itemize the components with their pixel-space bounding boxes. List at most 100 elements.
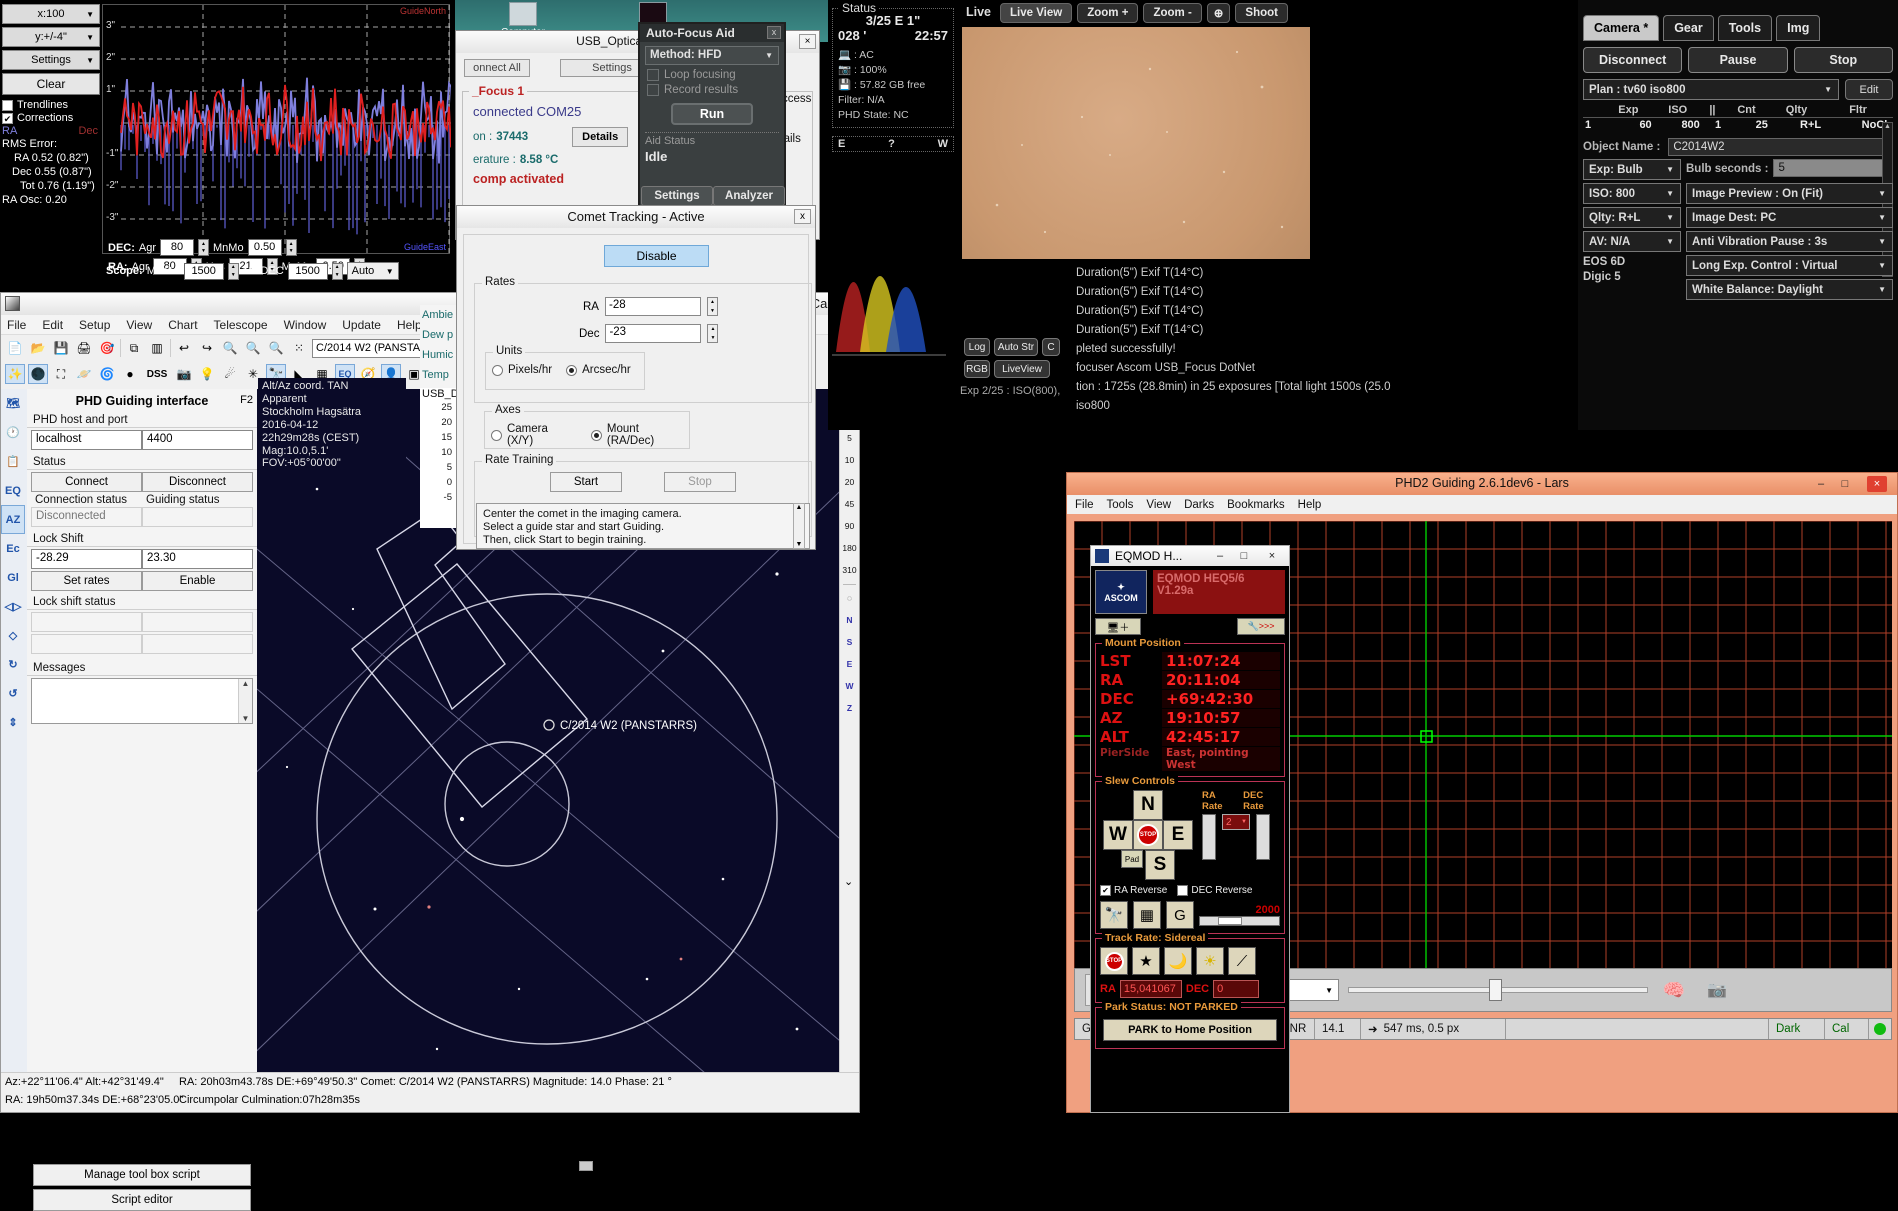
rgb-button[interactable]: RGB — [964, 360, 990, 378]
disable-button[interactable]: Disable — [604, 245, 709, 267]
camera-settings-icon[interactable]: 📷 — [1700, 974, 1734, 1006]
time-tool-icon[interactable]: 🕐 — [1, 418, 25, 447]
copy-icon[interactable]: ⧉ — [124, 338, 144, 358]
eq-coord-icon[interactable]: EQ — [1, 476, 25, 505]
script-editor-button[interactable]: Script editor — [33, 1189, 251, 1211]
scrollbar-thumb[interactable] — [1218, 917, 1242, 925]
details-button[interactable]: Details — [572, 127, 629, 147]
track-custom-button[interactable]: ⟋ — [1228, 947, 1256, 975]
units-arcsec-radio[interactable]: Arcsec/hr — [566, 364, 631, 376]
av-dropdown[interactable]: AV: N/A ▼ — [1583, 231, 1681, 252]
close-icon[interactable]: x — [767, 26, 781, 39]
start-button[interactable]: Start — [550, 472, 622, 492]
slew-north-button[interactable]: N — [1133, 790, 1163, 820]
park-home-button[interactable]: PARK to Home Position — [1103, 1019, 1277, 1041]
list-tool-icon[interactable]: 📋 — [1, 447, 25, 476]
settings-expand-icon[interactable]: 🔧>>> — [1237, 618, 1285, 635]
image-dest-dropdown[interactable]: Image Dest: PC ▼ — [1686, 207, 1893, 228]
disconnect-button[interactable]: Disconnect — [142, 472, 253, 492]
rotate-left-icon[interactable]: ↺ — [1, 679, 25, 708]
menu-chart[interactable]: Chart — [168, 318, 197, 332]
axes-mount-radio[interactable]: Mount (RA/Dec) — [590, 423, 689, 447]
zoom-tick-90[interactable]: 90 — [840, 515, 859, 537]
close-icon[interactable]: × — [1867, 476, 1887, 492]
dec-mnmo-spinner[interactable]: ▲ ▼ — [285, 239, 297, 256]
zoom-in-button[interactable]: Zoom + — [1077, 3, 1139, 23]
dec-rate-slider[interactable] — [1256, 814, 1270, 860]
liveview-button[interactable]: LiveView — [994, 360, 1050, 378]
iso-dropdown[interactable]: ISO: 800 ▼ — [1583, 183, 1681, 204]
clear-button[interactable]: Clear — [2, 73, 100, 95]
dir-south-button[interactable]: S — [840, 631, 859, 653]
plan-edit-button[interactable]: Edit — [1845, 79, 1893, 100]
auto-dropdown[interactable]: Auto ▼ — [346, 262, 399, 280]
camera-disconnect-button[interactable]: Disconnect — [1583, 47, 1683, 73]
zoom-tick-180[interactable]: 180 — [840, 537, 859, 559]
minimize-icon[interactable]: – — [1811, 476, 1831, 492]
zoom-tick-5[interactable]: 5 — [840, 427, 859, 449]
graph-settings-dropdown[interactable]: Settings ▼ — [2, 50, 100, 70]
plan-table[interactable]: Exp ISO || Cnt Qlty Fltr 1 60 800 1 25 R… — [1583, 103, 1893, 132]
x-scale-dropdown[interactable]: x:100 ▼ — [2, 4, 100, 24]
slew-east-button[interactable]: E — [1163, 820, 1193, 850]
anti-vibration-dropdown[interactable]: Anti Vibration Pause : 3s ▼ — [1686, 231, 1893, 252]
constellation-icon[interactable]: ⛶ — [51, 364, 71, 384]
dec-reverse-checkbox[interactable]: DEC Reverse — [1177, 885, 1253, 896]
enable-button[interactable]: Enable — [142, 571, 253, 591]
phd2-menu-file[interactable]: File — [1075, 499, 1094, 511]
set-rates-button[interactable]: Set rates — [31, 571, 142, 591]
phd2-menu-bookmarks[interactable]: Bookmarks — [1227, 499, 1285, 511]
menu-edit[interactable]: Edit — [42, 318, 63, 332]
shoot-button[interactable]: Shoot — [1235, 3, 1288, 23]
camera-stop-button[interactable]: Stop — [1793, 47, 1893, 73]
dss-button[interactable]: DSS — [143, 364, 171, 384]
y-scale-dropdown[interactable]: y:+/-4" ▼ — [2, 27, 100, 47]
dir-east-button[interactable]: E — [840, 653, 859, 675]
track-stop-button[interactable]: STOP — [1100, 947, 1128, 975]
moon-phase-icon[interactable]: ◌ — [840, 587, 859, 609]
open-folder-icon[interactable]: 📂 — [28, 338, 48, 358]
dot-icon[interactable]: ● — [120, 364, 140, 384]
split-view-icon[interactable]: ▥ — [147, 338, 167, 358]
phd2-menu-darks[interactable]: Darks — [1184, 499, 1214, 511]
tab-gear[interactable]: Gear — [1663, 15, 1714, 41]
phd2-menu-help[interactable]: Help — [1298, 499, 1322, 511]
plan-dropdown[interactable]: Plan : tv60 iso800 ▼ — [1583, 79, 1839, 100]
pad-button[interactable]: Pad — [1121, 850, 1143, 868]
trendlines-checkbox[interactable]: Trendlines — [2, 99, 100, 111]
ra-reverse-checkbox[interactable]: ✔ RA Reverse — [1100, 885, 1167, 896]
stars-icon[interactable]: ✨ — [5, 364, 25, 384]
camera-icon[interactable]: 📷 — [174, 364, 194, 384]
menu-file[interactable]: File — [7, 318, 26, 332]
add-display-icon[interactable]: 🖥＋ — [1095, 618, 1141, 635]
dir-zenith-button[interactable]: Z — [840, 697, 859, 719]
new-file-icon[interactable]: 📄 — [5, 338, 25, 358]
maximize-icon[interactable]: □ — [1233, 548, 1255, 564]
ra-rate-slider[interactable] — [1202, 814, 1216, 860]
image-preview-dropdown[interactable]: Image Preview : On (Fit) ▼ — [1686, 183, 1893, 204]
quality-dropdown[interactable]: Qlty: R+L ▼ — [1583, 207, 1681, 228]
mx-dec-spinner[interactable]: ▲ ▼ — [331, 262, 343, 280]
track-sidereal-button[interactable]: ★ — [1132, 947, 1160, 975]
dec-agr-input[interactable]: 80 — [160, 239, 195, 256]
connect-all-button[interactable]: onnect All — [464, 59, 530, 77]
track-solar-button[interactable]: ☀ — [1196, 947, 1224, 975]
chart-tool-icon[interactable]: 🗺 — [1, 389, 25, 418]
brain-icon[interactable]: 🧠 — [1657, 974, 1691, 1006]
nebula-icon[interactable]: 🌑 — [28, 364, 48, 384]
gamma-slider[interactable] — [1348, 979, 1648, 1001]
zoom-reset-icon[interactable]: 🔍 — [266, 338, 286, 358]
menu-window[interactable]: Window — [284, 318, 327, 332]
afa-settings-button[interactable]: Settings — [641, 186, 713, 206]
dir-north-button[interactable]: N — [840, 609, 859, 631]
ecliptic-coord-icon[interactable]: Ec — [1, 534, 25, 563]
track-dec-value[interactable]: 0 — [1213, 980, 1260, 998]
rate-value-box[interactable]: 2 ▼ — [1222, 814, 1250, 830]
bulb-icon[interactable]: 💡 — [197, 364, 217, 384]
phd-port-input[interactable]: 4400 — [142, 430, 253, 450]
lock-shift-y-input[interactable]: 23.30 — [142, 549, 253, 569]
track-lunar-button[interactable]: 🌙 — [1164, 947, 1192, 975]
dec-mnmo-input[interactable]: 0.50 — [247, 239, 282, 256]
method-dropdown[interactable]: Method: HFD ▼ — [645, 46, 779, 65]
dec-agr-spinner[interactable]: ▲ ▼ — [198, 239, 210, 256]
